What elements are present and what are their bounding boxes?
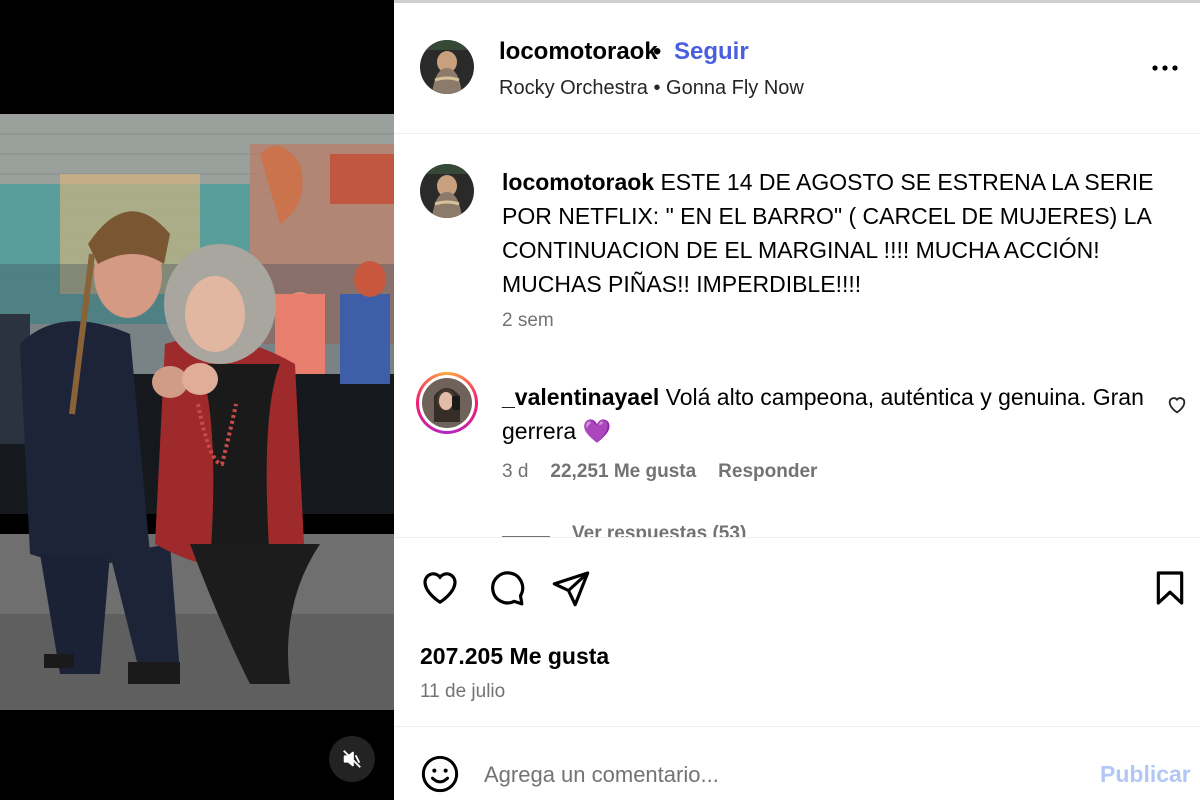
comment-emoji: 💜 [582,418,612,444]
more-options-button[interactable] [1150,53,1180,83]
post-media [0,0,394,800]
comment-timestamp[interactable]: 3 d [502,461,528,483]
caption-username[interactable]: locomotoraok [502,169,654,195]
comment-bubble-icon[interactable] [486,568,526,608]
commenter-username[interactable]: _valentinayael [502,384,659,410]
comment-composer: Publicar [394,728,1200,800]
author-avatar[interactable] [420,40,474,94]
smiley-icon[interactable] [420,754,460,794]
post-photo [0,114,394,710]
post-header: locomotoraok • Seguir Rocky Orchestra • … [394,3,1200,134]
bookmark-icon[interactable] [1150,568,1190,608]
follow-button[interactable]: Seguir [674,38,749,66]
comments-section[interactable]: locomotoraok ESTE 14 DE AGOSTO SE ESTREN… [394,135,1200,537]
separator-dot: • [653,38,662,65]
caption-timestamp[interactable]: 2 sem [502,310,554,332]
reply-button[interactable]: Responder [718,461,817,483]
music-attribution[interactable]: Rocky Orchestra • Gonna Fly Now [499,77,804,100]
caption-avatar[interactable] [420,164,474,218]
caption-avatar-image [420,164,474,218]
commenter-avatar-image [422,378,472,428]
post-details-panel: locomotoraok • Seguir Rocky Orchestra • … [394,0,1200,800]
more-horizontal-icon [1152,65,1178,71]
comment-body: _valentinayael Volá alto campeona, autén… [502,380,1162,448]
comment-meta: 3 d 22,251 Me gusta Responder [502,461,817,483]
comment-input[interactable] [484,758,1044,792]
post-caption: locomotoraok ESTE 14 DE AGOSTO SE ESTREN… [502,165,1162,301]
post-likes-count[interactable]: 207.205 Me gusta [420,643,609,670]
post-actions: 207.205 Me gusta 11 de julio [394,537,1200,727]
heart-icon[interactable] [420,568,460,608]
publish-button[interactable]: Publicar [1100,761,1191,788]
author-avatar-image [420,40,474,94]
comment-likes-count[interactable]: 22,251 Me gusta [550,461,696,483]
author-username[interactable]: locomotoraok [499,38,658,66]
paper-plane-icon[interactable] [551,568,591,608]
view-replies-button[interactable]: Ver respuestas (53) [572,523,746,537]
mute-button[interactable] [329,736,375,782]
post-date[interactable]: 11 de julio [420,681,505,703]
speaker-muted-icon [343,750,361,768]
comment-like-icon[interactable] [1166,394,1188,416]
commenter-avatar[interactable] [416,372,478,434]
